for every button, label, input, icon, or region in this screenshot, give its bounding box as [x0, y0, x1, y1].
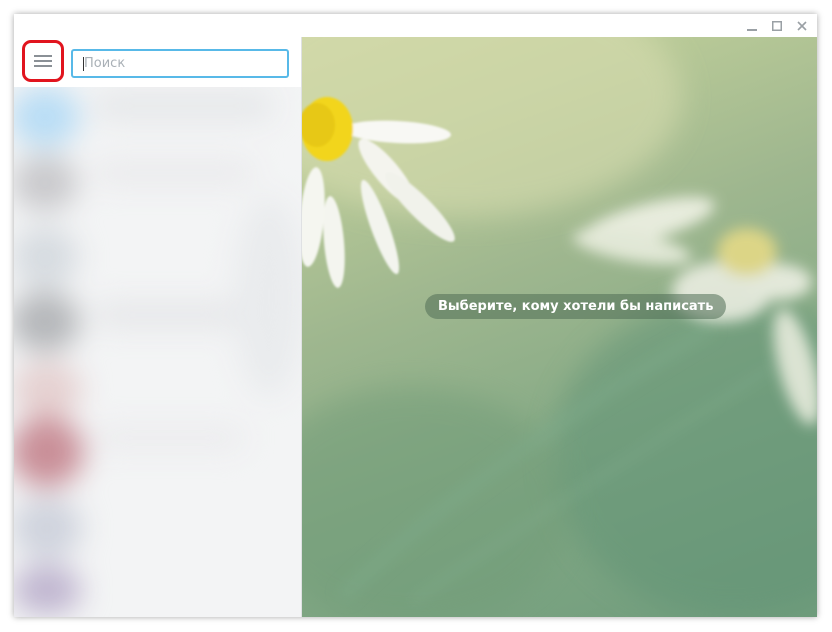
- select-chat-placeholder: Выберите, кому хотели бы написать: [425, 294, 727, 319]
- text-cursor: [83, 57, 84, 71]
- chat-area: Выберите, кому хотели бы написать: [302, 37, 817, 617]
- minimize-button[interactable]: [743, 17, 761, 35]
- search-box[interactable]: [71, 49, 289, 78]
- sidebar-header: [14, 37, 301, 87]
- blurred-content: [14, 87, 301, 617]
- maximize-button[interactable]: [768, 17, 786, 35]
- hamburger-menu-icon: [34, 55, 52, 67]
- chat-list-blurred[interactable]: [14, 87, 301, 617]
- maximize-icon: [772, 21, 782, 31]
- app-window: Выберите, кому хотели бы написать: [14, 14, 817, 617]
- search-input[interactable]: [73, 51, 287, 76]
- chamomile-wallpaper: [302, 37, 817, 617]
- title-bar[interactable]: [14, 14, 817, 37]
- sidebar: [14, 37, 301, 617]
- minimize-icon: [747, 29, 757, 31]
- close-button[interactable]: [793, 17, 811, 35]
- close-icon: [797, 21, 807, 31]
- main-menu-button[interactable]: [22, 40, 64, 82]
